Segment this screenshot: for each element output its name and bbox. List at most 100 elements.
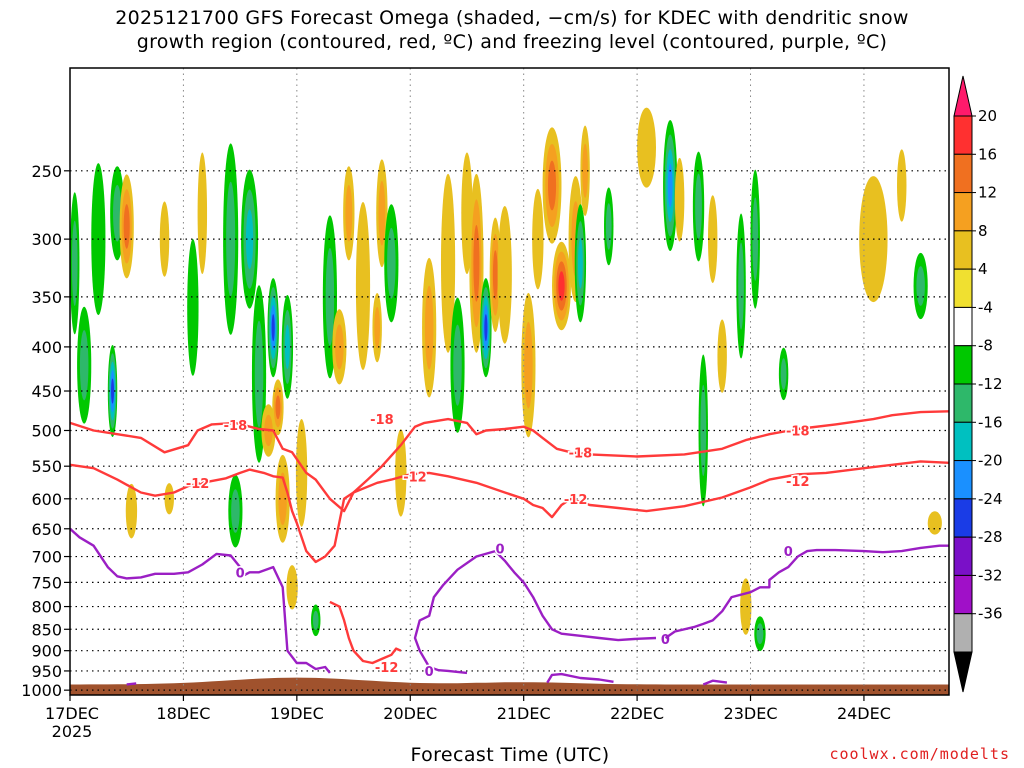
colorbar-segment-7 [953, 345, 973, 385]
x-tick-label-19DEC: 19DEC [270, 704, 324, 723]
omega-cell-24-1 [335, 324, 344, 370]
colorbar-segment-3 [953, 192, 973, 232]
colorbar-segment-1 [953, 115, 973, 155]
colorbar-segment-9 [953, 421, 973, 462]
colorbar-label-4: 4 [978, 260, 988, 278]
colorbar-label-13: -36 [978, 605, 1003, 623]
colorbar-label-2: 12 [978, 184, 997, 202]
y-tick-label-450: 450 [31, 382, 62, 401]
contour-label--12-0: -12 [186, 477, 210, 492]
y-tick-label-550: 550 [31, 457, 62, 476]
terrain-layer [70, 677, 949, 695]
omega-cell-27-1 [374, 306, 381, 349]
contour-0f [126, 682, 137, 686]
omega-cell-47-0 [637, 107, 656, 188]
colorbar-segment-11 [953, 498, 973, 538]
y-tick-label-1000: 1000 [21, 681, 62, 700]
y-axis: 250 300 350 400 450 500 550 600 650 700 750 800 850 9… [21, 162, 70, 700]
contour-label--12b-0: -12 [375, 661, 399, 676]
colorbar-segment-14 [953, 613, 973, 653]
omega-cell-28-1 [378, 180, 386, 246]
y-tick-label-250: 250 [31, 162, 62, 181]
y-tick-label-800: 800 [31, 598, 62, 617]
omega-cell-20-0 [286, 565, 298, 610]
colorbar-label-8: -16 [978, 413, 1003, 431]
omega-cell-46-1 [605, 203, 612, 250]
colorbar-segment-10 [953, 460, 973, 500]
contour-label--12-1: -12 [403, 470, 427, 485]
contour-label--18-0: -18 [224, 419, 248, 434]
omega-cell-22-1 [312, 610, 319, 630]
omega-cell-60-0 [897, 149, 907, 222]
contour--12b [329, 600, 402, 665]
colorbar-segment-6 [953, 306, 973, 347]
omega-shading [70, 107, 942, 652]
omega-cell-9-0 [187, 239, 199, 376]
contour-layer: -18 -18-18-18-12 -12-12-12-1200000 [70, 410, 949, 686]
y-tick-label-400: 400 [31, 338, 62, 357]
colorbar: 20 16 12 8 4 -4 -8 -12 -16 -20 -24 -28 -32 -36 [953, 75, 1003, 693]
y-tick-label-350: 350 [31, 288, 62, 307]
terrain-surface [70, 677, 949, 695]
contour-label-0b-0: 0 [425, 665, 434, 680]
colorbar-label-6: -8 [978, 337, 993, 355]
omega-cell-61-1 [916, 266, 925, 306]
colorbar-segment-8 [953, 383, 973, 423]
omega-cell-31-1 [424, 285, 434, 370]
y-tick-label-700: 700 [31, 548, 62, 567]
contour--18 [70, 410, 949, 513]
x-tick-sublabel-17DEC: 2025 [52, 722, 93, 741]
colorbar-segment-4 [953, 230, 973, 270]
colorbar-top-arrow [953, 75, 973, 117]
omega-cell-1-1 [79, 330, 89, 401]
omega-cell-42-3 [558, 271, 565, 301]
credit-link[interactable]: coolwx.com/modelts [829, 745, 1010, 763]
omega-cell-6-0 [125, 483, 138, 539]
omega-cell-16-4 [271, 314, 275, 342]
y-tick-label-650: 650 [31, 520, 62, 539]
colorbar-bottom-arrow [953, 651, 973, 693]
contour-label-0c-0: 0 [784, 545, 793, 560]
omega-cell-53-0 [717, 319, 727, 393]
colorbar-segment-2 [953, 153, 973, 194]
omega-cell-62-0 [927, 511, 942, 535]
colorbar-label-7: -12 [978, 375, 1003, 393]
colorbar-label-0: 20 [978, 107, 997, 125]
y-tick-label-750: 750 [31, 573, 62, 592]
omega-cell-58-1 [780, 358, 787, 390]
y-tick-label-950: 950 [31, 662, 62, 681]
y-tick-label-300: 300 [31, 230, 62, 249]
colorbar-label-5: -4 [978, 298, 993, 316]
colorbar-segment-13 [953, 574, 973, 615]
chart-svg: -18 -18-18-18-12 -12-12-12-1200000 2503003… [21, 67, 1003, 741]
omega-cell-33-1 [453, 324, 462, 406]
omega-cell-44-2 [577, 237, 583, 289]
omega-cell-41-2 [547, 160, 557, 211]
contour-0d [546, 672, 614, 684]
y-tick-label-600: 600 [31, 490, 62, 509]
omega-cell-12-1 [231, 489, 240, 533]
contour-label--18-3: -18 [786, 424, 810, 439]
colorbar-label-9: -20 [978, 452, 1003, 470]
colorbar-label-3: 8 [978, 222, 988, 240]
colorbar-segment-5 [953, 268, 973, 308]
omega-cell-35-2 [473, 224, 480, 302]
contour-label--18-1: -18 [370, 413, 394, 428]
omega-cell-29-1 [387, 227, 396, 299]
x-tick-label-22DEC: 22DEC [610, 704, 664, 723]
y-tick-label-850: 850 [31, 620, 62, 639]
colorbar-segment-12 [953, 536, 973, 576]
omega-cell-39-1 [524, 321, 533, 409]
contour-0c [664, 544, 949, 639]
contour-label--18-2: -18 [569, 446, 593, 461]
contour-0e [702, 679, 728, 686]
omega-cell-3-4 [111, 378, 115, 404]
omega-cell-54-1 [738, 242, 744, 330]
y-tick-label-500: 500 [31, 421, 62, 440]
contour-label-0-0: 0 [236, 566, 245, 581]
colorbar-label-12: -32 [978, 566, 1003, 584]
omega-cell-36-4 [484, 314, 488, 342]
omega-cell-26-0 [355, 201, 371, 371]
colorbar-label-10: -24 [978, 490, 1003, 508]
y-tick-label-900: 900 [31, 642, 62, 661]
